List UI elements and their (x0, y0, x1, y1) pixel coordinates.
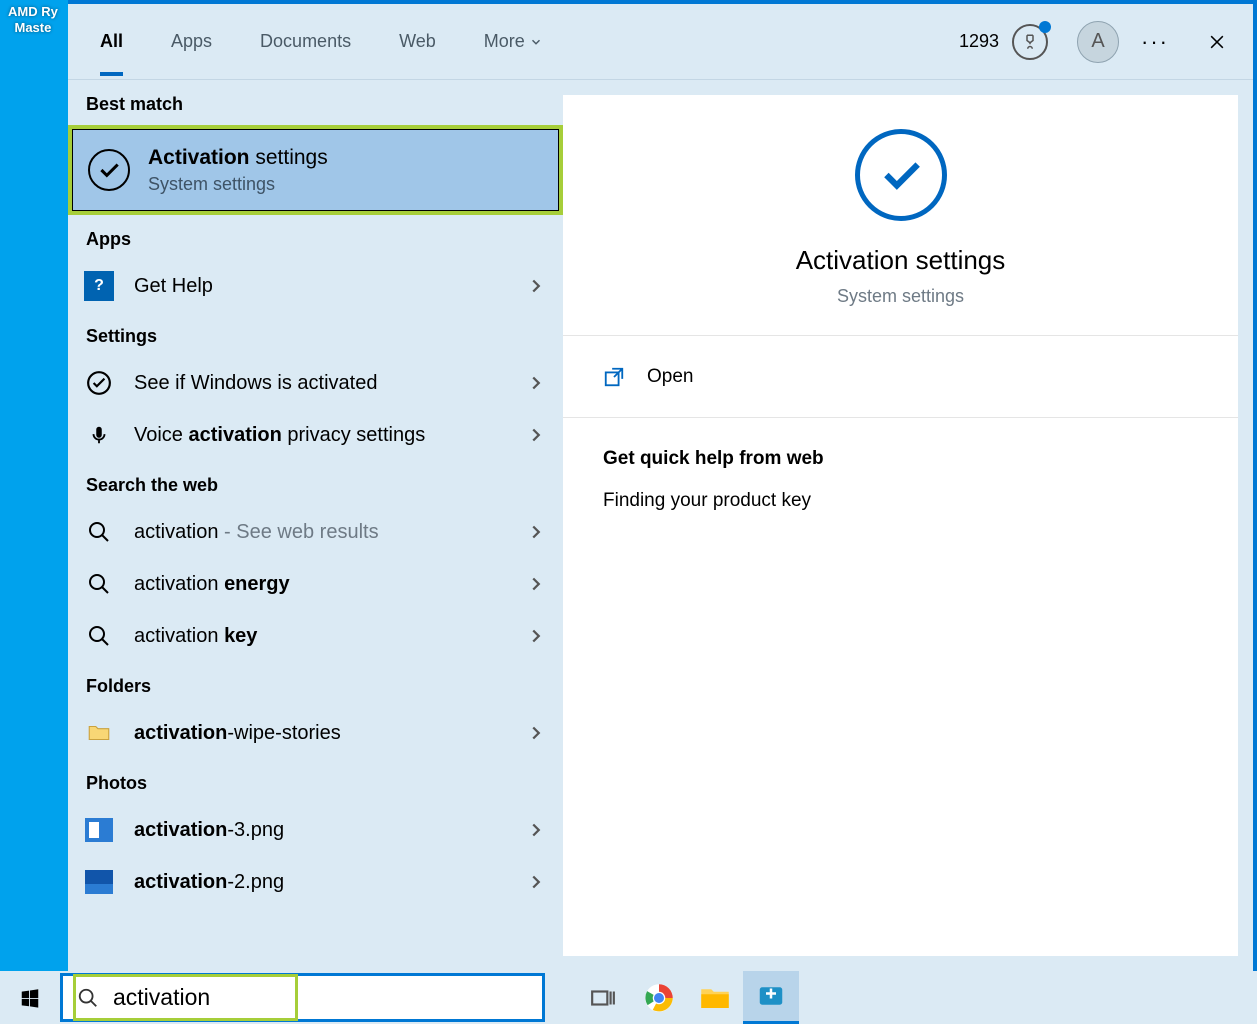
search-input[interactable] (113, 984, 528, 1011)
result-label: Voice activation privacy settings (134, 424, 525, 447)
chevron-right-icon[interactable] (525, 521, 547, 543)
microphone-icon (84, 420, 114, 450)
result-label: activation key (134, 625, 525, 648)
search-box[interactable] (60, 973, 545, 1022)
content-area: Best match Activation settings System se… (68, 80, 1253, 971)
result-folder-wipe[interactable]: activation-wipe-stories (68, 707, 563, 759)
section-folders: Folders (68, 662, 563, 707)
section-photos: Photos (68, 759, 563, 804)
section-settings: Settings (68, 312, 563, 357)
tab-more[interactable]: More (460, 7, 567, 76)
checkmark-circle-icon (84, 368, 114, 398)
desktop-icon-label[interactable]: AMD Ry Maste (8, 4, 58, 36)
user-avatar[interactable]: A (1077, 21, 1119, 63)
taskbar-explorer[interactable] (687, 971, 743, 1024)
help-header: Get quick help from web (603, 448, 1198, 470)
taskbar-chrome[interactable] (631, 971, 687, 1024)
chrome-icon (644, 983, 674, 1013)
section-search-web: Search the web (68, 461, 563, 506)
result-label: Get Help (134, 275, 525, 298)
section-apps: Apps (68, 215, 563, 260)
tab-documents[interactable]: Documents (236, 7, 375, 76)
windows-icon (19, 987, 41, 1009)
options-button[interactable]: ··· (1141, 29, 1169, 55)
result-web-activation[interactable]: activation - See web results (68, 506, 563, 558)
search-icon (84, 621, 114, 651)
task-view-icon (590, 985, 616, 1011)
folder-icon (84, 718, 114, 748)
image-thumb-icon (84, 815, 114, 845)
taskbar-pchealth[interactable] (743, 971, 799, 1024)
checkmark-circle-icon (855, 129, 947, 221)
pc-health-icon (756, 981, 786, 1011)
detail-header: Activation settings System settings (563, 95, 1238, 336)
result-best-match[interactable]: Activation settings System settings (68, 125, 563, 215)
close-button[interactable] (1197, 22, 1237, 62)
search-icon (84, 517, 114, 547)
section-best-match: Best match (68, 80, 563, 125)
open-icon (603, 366, 625, 388)
taskbar (0, 971, 1257, 1024)
result-photo-3[interactable]: activation-3.png (68, 804, 563, 856)
result-web-key[interactable]: activation key (68, 610, 563, 662)
best-match-text: Activation settings System settings (148, 146, 328, 195)
result-label: activation energy (134, 573, 525, 596)
result-label: activation-wipe-stories (134, 722, 525, 745)
chevron-right-icon[interactable] (525, 871, 547, 893)
tab-apps[interactable]: Apps (147, 7, 236, 76)
chevron-right-icon[interactable] (525, 722, 547, 744)
result-label: activation-2.png (134, 871, 525, 894)
result-photo-2[interactable]: activation-2.png (68, 856, 563, 908)
search-panel: All Apps Documents Web More 1293 A ··· B… (68, 0, 1257, 971)
chevron-right-icon[interactable] (525, 372, 547, 394)
get-help-icon: ? (84, 271, 114, 301)
detail-subtitle: System settings (837, 286, 964, 307)
file-explorer-icon (700, 985, 730, 1011)
search-icon (84, 569, 114, 599)
detail-pane: Activation settings System settings Open… (563, 95, 1238, 956)
result-voice-activation[interactable]: Voice activation privacy settings (68, 409, 563, 461)
result-label: activation-3.png (134, 819, 525, 842)
rewards-points: 1293 (959, 31, 999, 52)
start-button[interactable] (0, 971, 60, 1024)
detail-title: Activation settings (796, 245, 1006, 276)
result-see-activated[interactable]: See if Windows is activated (68, 357, 563, 409)
result-get-help[interactable]: ? Get Help (68, 260, 563, 312)
chevron-down-icon (529, 35, 543, 49)
search-icon (77, 987, 99, 1009)
open-button[interactable]: Open (563, 336, 1238, 418)
results-list: Best match Activation settings System se… (68, 80, 563, 971)
result-web-energy[interactable]: activation energy (68, 558, 563, 610)
image-thumb-icon (84, 867, 114, 897)
close-icon (1207, 32, 1227, 52)
tab-bar: All Apps Documents Web More 1293 A ··· (68, 4, 1253, 80)
tab-all[interactable]: All (76, 7, 147, 76)
chevron-right-icon[interactable] (525, 625, 547, 647)
taskbar-task-view[interactable] (575, 971, 631, 1024)
rewards-medal[interactable] (1009, 21, 1051, 63)
help-section: Get quick help from web Finding your pro… (563, 418, 1238, 542)
chevron-right-icon[interactable] (525, 275, 547, 297)
chevron-right-icon[interactable] (525, 573, 547, 595)
chevron-right-icon[interactable] (525, 819, 547, 841)
help-link-product-key[interactable]: Finding your product key (603, 490, 1198, 512)
chevron-right-icon[interactable] (525, 424, 547, 446)
tab-web[interactable]: Web (375, 7, 460, 76)
result-label: See if Windows is activated (134, 372, 525, 395)
result-label: activation - See web results (134, 521, 525, 544)
checkmark-circle-icon (88, 149, 130, 191)
notification-dot-icon (1039, 21, 1051, 33)
open-label: Open (647, 366, 693, 388)
